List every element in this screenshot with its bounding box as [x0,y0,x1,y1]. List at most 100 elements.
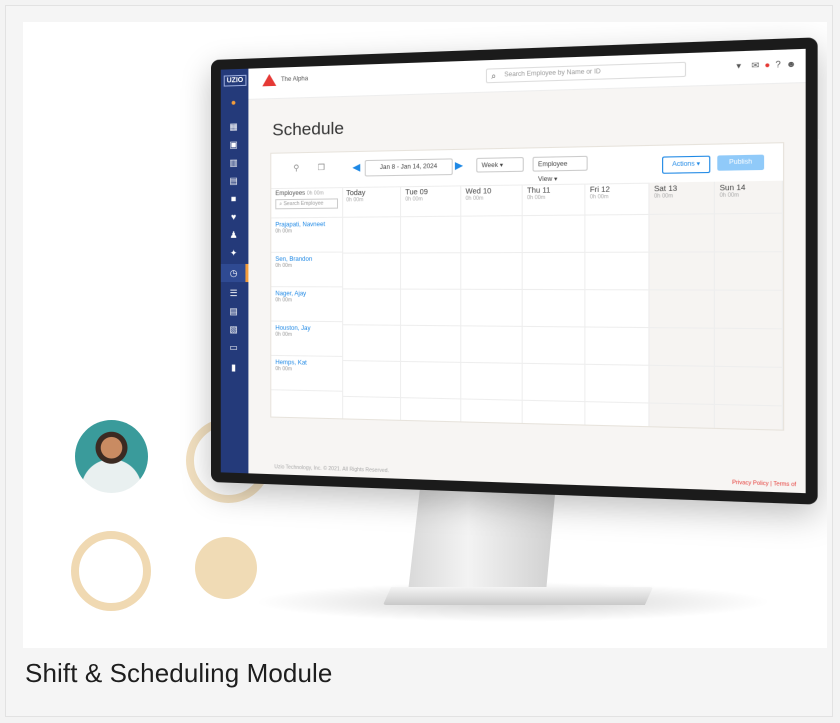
alpha-logo-icon [262,73,277,87]
brand[interactable]: The Alpha [262,73,308,87]
shift-cell[interactable] [649,328,714,367]
heart-icon[interactable]: ♥ [229,212,239,222]
day-hours: 0h 00m [654,193,674,200]
shift-cell[interactable] [522,215,585,254]
decorative-dot [195,537,257,599]
employee-row[interactable]: Houston, Jay 0h 00m [271,321,343,357]
employee-hours: 0h 00m [275,228,293,235]
copy-icon[interactable]: ❐ [318,163,325,172]
bell-icon[interactable]: ● [765,60,771,70]
shift-cell[interactable] [714,213,782,253]
shift-cell[interactable] [461,289,522,327]
employee-hours: 0h 00m [275,297,293,304]
briefcase-icon[interactable]: ■ [229,194,239,204]
bag-icon[interactable]: ▭ [229,342,239,352]
shift-cell[interactable] [461,326,522,364]
period-select[interactable]: Week ▾ [476,157,524,173]
schedule-icon[interactable]: ◷ [229,268,239,278]
shift-cell[interactable] [585,252,649,291]
shift-cell[interactable] [522,252,585,291]
prev-week-button[interactable]: ◀ [352,162,360,173]
footer-links[interactable]: Privacy Policy | Terms of [732,480,796,489]
shift-cell[interactable] [461,216,522,254]
day-column: Wed 10 0h 00m [461,184,523,423]
filter-people-icon[interactable]: ⚲ [293,163,299,172]
shift-cell[interactable] [522,289,585,328]
day-hours: 0h 00m [527,194,546,202]
chart-icon[interactable]: ▮ [229,362,239,372]
shift-cell[interactable] [714,252,782,291]
employee-row[interactable]: Sen, Brandon 0h 00m [271,252,343,288]
day-header: Fri 12 0h 00m [585,182,649,216]
shift-cell[interactable] [401,216,461,254]
shift-cell[interactable] [401,253,461,290]
report-icon[interactable]: ▤ [229,306,239,316]
shift-cell[interactable] [522,326,585,365]
forms-icon[interactable]: ▧ [229,324,239,334]
shift-cell[interactable] [401,289,461,327]
monitor: UZIO ● ▦ ▣ ▥ ▤ ■ ♥ ♟ ✦ ◷ ☰ ▤ ▧ ▭ ▮ The A… [211,37,818,505]
shift-cell[interactable] [714,328,782,368]
shift-cell[interactable] [585,327,649,366]
shift-cell[interactable] [342,325,401,362]
actions-button[interactable]: Actions ▾ [662,155,711,174]
help-icon[interactable]: ? [776,60,781,70]
employee-row[interactable]: Nager, Ajay 0h 00m [271,287,343,323]
day-hours: 0h 00m [346,197,364,204]
top-bar: The Alpha ⌕ Search Employee by Name or I… [248,48,806,100]
employee-row[interactable]: Prajapati, Navneet 0h 00m [271,217,343,253]
uzio-logo: UZIO [223,74,247,87]
document-icon[interactable]: ▤ [229,176,239,186]
shift-cell[interactable] [401,325,461,363]
shift-cell[interactable] [649,252,714,291]
day-column: Sat 13 0h 00m [649,181,715,428]
decorative-ring [71,531,151,611]
shift-cell[interactable] [342,217,401,254]
day-column: Thu 11 0h 00m [522,183,586,425]
day-header: Wed 10 0h 00m [461,184,522,217]
employee-search-input[interactable]: ⌕ Search Employee [275,198,339,210]
day-header: Sun 14 0h 00m [714,180,782,215]
day-hours: 0h 00m [589,193,609,201]
shift-cell[interactable] [585,364,649,404]
shift-cell[interactable] [649,214,714,253]
list-icon[interactable]: ☰ [229,288,239,298]
shift-cell[interactable] [649,365,714,405]
shift-cell[interactable] [342,361,401,399]
shift-cell[interactable] [585,214,649,253]
date-range-picker[interactable]: Jan 8 - Jan 14, 2024 [364,158,453,177]
shift-cell[interactable] [714,290,782,330]
search-input[interactable]: ⌕ Search Employee by Name or ID [485,61,687,84]
shift-cell[interactable] [401,361,461,400]
dashboard-icon[interactable]: ▦ [229,121,239,131]
shift-cell[interactable] [461,253,522,290]
app-screen: UZIO ● ▦ ▣ ▥ ▤ ■ ♥ ♟ ✦ ◷ ☰ ▤ ▧ ▭ ▮ The A… [220,48,806,494]
top-icons: ▾ ✉ ● ? ☻ [736,59,796,71]
shift-cell[interactable] [522,363,585,403]
profile-icon[interactable]: ▣ [229,139,239,149]
employees-total-hours: 0h 00m [306,190,324,197]
person-avatar [75,420,148,493]
shift-cell[interactable] [649,290,714,329]
chat-icon[interactable]: ✉ [751,60,759,70]
shift-cell[interactable] [342,289,401,326]
people-icon[interactable]: ♟ [229,230,239,240]
user-avatar[interactable]: ☻ [786,59,796,69]
chevron-down-icon[interactable]: ▾ [736,61,741,71]
shift-cell[interactable] [342,253,401,290]
card-caption: Shift & Scheduling Module [25,658,333,688]
shift-cell[interactable] [585,290,649,329]
publish-button[interactable]: Publish [717,154,765,171]
day-column: Tue 09 0h 00m [401,185,462,422]
next-week-button[interactable]: ▶ [455,160,463,172]
day-header: Sat 13 0h 00m [649,181,714,215]
view-mode-select[interactable]: Employee View ▾ [532,155,588,183]
page-title: Schedule [272,118,345,140]
shift-cell[interactable] [461,362,522,401]
company-icon[interactable]: ▥ [229,157,239,167]
home-icon[interactable]: ● [229,97,239,107]
employees-label: Employees [275,190,306,198]
timeoff-icon[interactable]: ✦ [229,248,239,258]
employee-row[interactable]: Hemps, Kat 0h 00m [271,355,343,392]
shift-cell[interactable] [714,366,782,407]
